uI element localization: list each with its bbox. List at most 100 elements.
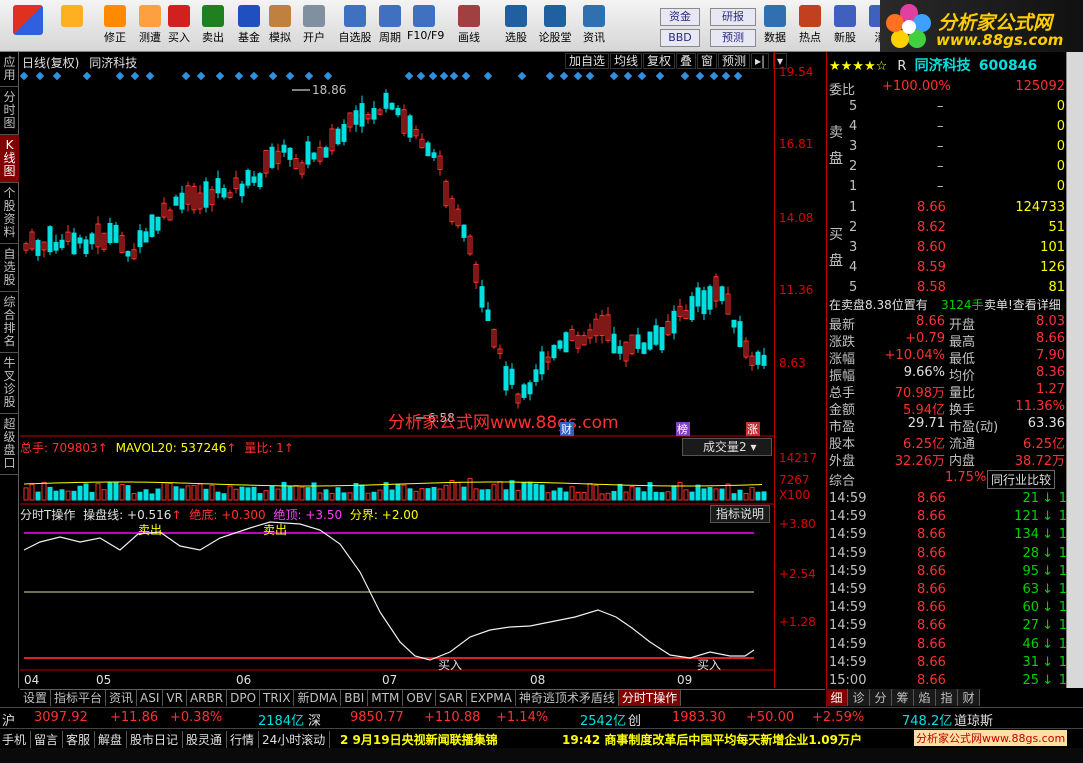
news-item-2[interactable]: 19:42 商事制度改革后中国平均每天新增企业1.09万户 [562,731,862,748]
signal-diamond [35,71,45,81]
footer-link-5[interactable]: 股灵通 [186,731,228,748]
hot-button[interactable]: 热点 [793,2,827,50]
price-axis: 19.54 16.81 14.08 11.36 8.63 14217 7267 X100 +3.… [774,52,825,688]
indicator-tab-8[interactable]: 新DMA [294,690,342,706]
left-tab-6[interactable]: 牛叉诊股 [0,353,19,414]
buy-button[interactable]: 买入 [162,2,196,50]
chart-tool-1[interactable]: 均线 [610,53,643,69]
capital-button[interactable]: 资金 [660,8,700,26]
indicator-tab-2[interactable]: 资讯 [106,690,138,706]
volume-bar [695,484,701,501]
volume-bar [119,483,125,501]
buy-icon [168,5,190,27]
footer-link-7[interactable]: 24小时滚动 [262,731,331,748]
period-button[interactable]: 周期 [373,2,407,50]
chart-tool-0[interactable]: 加自选 [565,53,610,69]
candle-body [77,237,83,244]
chart-tool-2[interactable]: 复权 [643,53,676,69]
info-button[interactable]: 资讯 [577,2,611,50]
quote-tab-6[interactable]: 财 [958,689,980,706]
indicator-tab-9[interactable]: BBI [341,690,369,706]
footer-link-2[interactable]: 客服 [66,731,96,748]
chart-tool-3[interactable]: 叠 [676,53,697,69]
back-button[interactable] [55,2,89,50]
indicator-help-button[interactable]: 指标说明 [710,505,770,523]
right-scrollbar[interactable] [1066,52,1083,688]
volume-bar [575,491,581,501]
candle-body [647,331,653,350]
weibi-pct: +100.00% [882,79,951,94]
index-field-1: 3097.92 [34,710,88,725]
candle-body [707,286,713,310]
data-button[interactable]: 数据 [758,2,792,50]
vol-tick-2: X100 [779,488,811,502]
f10-button[interactable]: F10/F9 [407,2,445,50]
footer-link-4[interactable]: 股市日记 [130,731,184,748]
candle-body [653,325,659,345]
sell-button[interactable]: 卖出 [196,2,230,50]
tick-row-7: 14:59 8.66 27 ↓ 1 [829,618,1067,634]
app-menu-button[interactable] [8,2,48,50]
quote-tab-2[interactable]: 分 [870,689,892,706]
indicator-tab-5[interactable]: ARBR [187,690,228,706]
vol-indicator-dropdown[interactable]: 成交量2 ▾ [682,438,772,456]
indicator-tab-3[interactable]: ASI [137,690,164,706]
footer-link-6[interactable]: 行情 [230,731,260,748]
chart-panel-toggle-icon[interactable]: ▸| [751,53,770,69]
indicator-tab-7[interactable]: TRIX [260,690,295,706]
bbd-button[interactable]: BBD [660,29,700,47]
left-tab-1[interactable]: 分时图 [0,87,19,135]
quote-tab-0[interactable]: 细 [826,689,848,706]
stock-select-button[interactable]: 选股 [499,2,533,50]
indicator-tab-0[interactable]: 设置 [20,690,52,706]
signal-diamond [196,71,206,81]
fund-button[interactable]: 基金 [232,2,266,50]
indicator-tab-6[interactable]: DPO [227,690,261,706]
candle-body [335,128,341,145]
revise-button[interactable]: 修正 [98,2,132,50]
indicator-tab-12[interactable]: SAR [436,690,468,706]
candle-body [503,366,509,391]
indicator-tab-4[interactable]: VR [163,690,187,706]
draw-button[interactable]: 画线 [452,2,486,50]
quote-tab-1[interactable]: 诊 [848,689,870,706]
left-tab-2[interactable]: K线图 [0,135,19,183]
forecast-button[interactable]: 预测 [710,29,756,47]
forum-button[interactable]: 论股堂 [538,2,572,50]
chart-area[interactable]: 18.86 6.58 分析家公式网www.88gs.com 财榜涨卖出 卖出 买入 买入 04… [20,52,788,688]
chart-title: 日线(复权) 同济科技 [22,54,137,71]
indicator-tab-15[interactable]: 分时T操作 [618,690,682,706]
indicator-tab-11[interactable]: OBV [403,690,436,706]
chart-tool-4[interactable]: 窗 [697,53,718,69]
left-tab-3[interactable]: 个股资料 [0,183,19,244]
volume-bar [203,488,209,501]
footer-link-1[interactable]: 留言 [34,731,64,748]
indicator-tab-10[interactable]: MTM [368,690,404,706]
volume-bar [731,493,737,501]
chart-tool-5[interactable]: 预测 [718,53,751,69]
indicator-tab-1[interactable]: 指标平台 [51,690,107,706]
watchlist-button[interactable]: 自选股 [338,2,372,50]
indicator-tab-14[interactable]: 神奇逃顶术矛盾线 [516,690,619,706]
f10-label: F10/F9 [407,29,445,42]
quote-tab-3[interactable]: 筹 [892,689,914,706]
open-account-button[interactable]: 开户 [297,2,331,50]
newstock-button[interactable]: 新股 [828,2,862,50]
left-tab-4[interactable]: 自选股 [0,244,19,292]
simulate-button[interactable]: 模拟 [263,2,297,50]
research-button[interactable]: 研报 [710,8,756,26]
stock-code: 600846 [978,58,1038,74]
candle-body [173,196,179,206]
indicator-tab-13[interactable]: EXPMA [467,690,516,706]
quote-tab-4[interactable]: 焰 [914,689,936,706]
left-tab-0[interactable]: 应用 [0,52,19,87]
left-tab-7[interactable]: 超级盘口 [0,414,19,475]
quote-tab-5[interactable]: 指 [936,689,958,706]
footer-link-3[interactable]: 解盘 [98,731,128,748]
revise-label: 修正 [104,31,126,44]
candle-body [617,346,623,354]
news-item-1[interactable]: 2 9月19日央视新闻联播集锦 [340,731,498,748]
footer-link-0[interactable]: 手机 [2,731,32,748]
left-tab-5[interactable]: 综合排名 [0,292,19,353]
compare-button[interactable]: 同行业比较 [987,470,1056,489]
